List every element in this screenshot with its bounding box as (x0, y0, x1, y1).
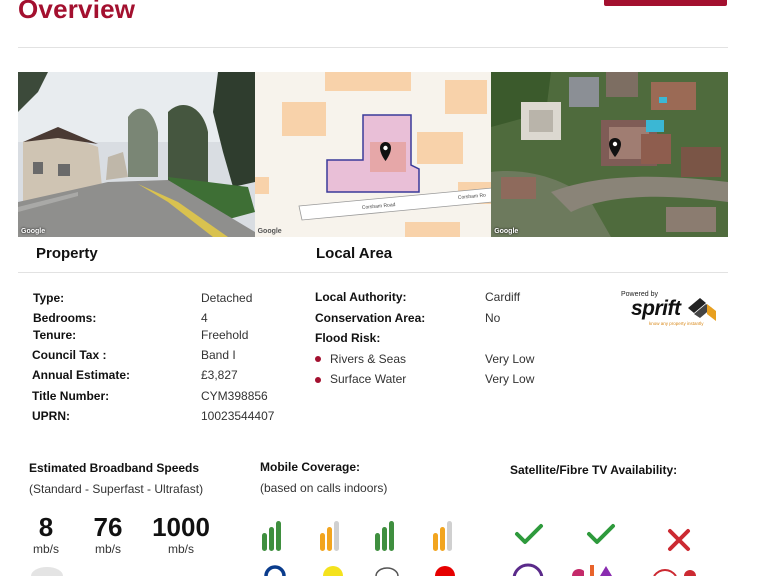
signal-bars-icon (262, 521, 281, 551)
signal-bar (276, 521, 281, 551)
o2-logo-icon (264, 565, 286, 576)
signal-bar (327, 527, 332, 551)
local-area-row: Local Authority: Cardiff (315, 290, 521, 304)
cross-icon (668, 529, 690, 551)
vodafone-logo-icon (435, 566, 455, 576)
section-divider (18, 272, 728, 273)
bullet-icon (315, 356, 321, 363)
top-action-button[interactable] (604, 0, 727, 6)
photo-credit: Google (21, 228, 46, 235)
local-area-row: Conservation Area: No (315, 310, 501, 325)
property-row: Type: Detached (33, 291, 253, 305)
sprift-logo-icon (688, 298, 716, 321)
property-row: Title Number: CYM398856 (32, 388, 268, 403)
street-view-photo[interactable]: Google (18, 72, 255, 237)
speed-standard: 8 mb/s (32, 512, 59, 556)
mobile-note: (based on calls indoors) (260, 481, 388, 495)
bullet-icon (315, 376, 321, 383)
broadband-heading: Estimated Broadband Speeds (29, 461, 200, 475)
property-row: Tenure: Freehold (33, 328, 249, 342)
three-logo-icon (375, 567, 399, 576)
signal-bars-icon (433, 521, 452, 551)
satellite-image (491, 72, 728, 237)
sky-logo-icon (572, 565, 612, 576)
mobile-heading: Mobile Coverage: (260, 460, 361, 474)
signal-bar (320, 533, 325, 551)
broadband-logo-icon (31, 567, 63, 576)
flood-row-surface: Surface Water Very Low (315, 370, 534, 390)
signal-bars-icon (320, 521, 339, 551)
local-area-row: Flood Risk: (315, 331, 381, 345)
satellite-photo[interactable]: Google (491, 72, 728, 237)
speed-ultrafast: 1000 mb/s (152, 512, 210, 556)
check-icon (515, 524, 543, 544)
property-row: UPRN: 10023544407 (32, 409, 275, 423)
local-area-details: Local Authority: Cardiff Conservation Are… (315, 288, 534, 390)
tv-heading: Satellite/Fibre TV Availability: (510, 463, 678, 477)
signal-bar (389, 521, 394, 551)
signal-bar (382, 527, 387, 551)
signal-bar (375, 533, 380, 551)
photo-strip: Google Corsham Road Corsham Ro Google Go… (18, 72, 728, 237)
virgin-logo-icon (653, 569, 696, 576)
ee-logo-icon (323, 566, 343, 576)
signal-bar (269, 527, 274, 551)
signal-bar (440, 527, 445, 551)
property-details: Type: Detached Bedrooms: 4 Tenure: Freehold… (32, 289, 275, 427)
broadband-note: (Standard - Superfast - Ultrafast) (29, 482, 204, 496)
signal-bar (433, 533, 438, 551)
header-divider (18, 47, 728, 48)
page-title: Overview (18, 0, 136, 24)
property-row: Annual Estimate: £3,827 (32, 368, 238, 382)
bt-logo-icon (512, 563, 544, 576)
signal-bar (334, 521, 339, 551)
signal-bar (262, 533, 267, 551)
local-area-heading: Local Area (316, 245, 393, 262)
photo-credit: Google (257, 228, 282, 235)
property-row: Council Tax : Band I (32, 347, 236, 362)
property-heading: Property (36, 245, 98, 262)
map-plan[interactable]: Corsham Road Corsham Ro Google (254, 72, 492, 237)
signal-bars-icon (375, 521, 394, 551)
street-view-image (18, 72, 255, 237)
map-plan-image: Corsham Road Corsham Ro (254, 72, 492, 237)
photo-credit: Google (494, 228, 519, 235)
sprift-logo-text: sprift (631, 297, 681, 320)
check-icon (587, 524, 615, 544)
flood-row-rivers: Rivers & Seas Very Low (315, 350, 534, 370)
speed-superfast: 76 mb/s (93, 512, 123, 556)
signal-bar (447, 521, 452, 551)
